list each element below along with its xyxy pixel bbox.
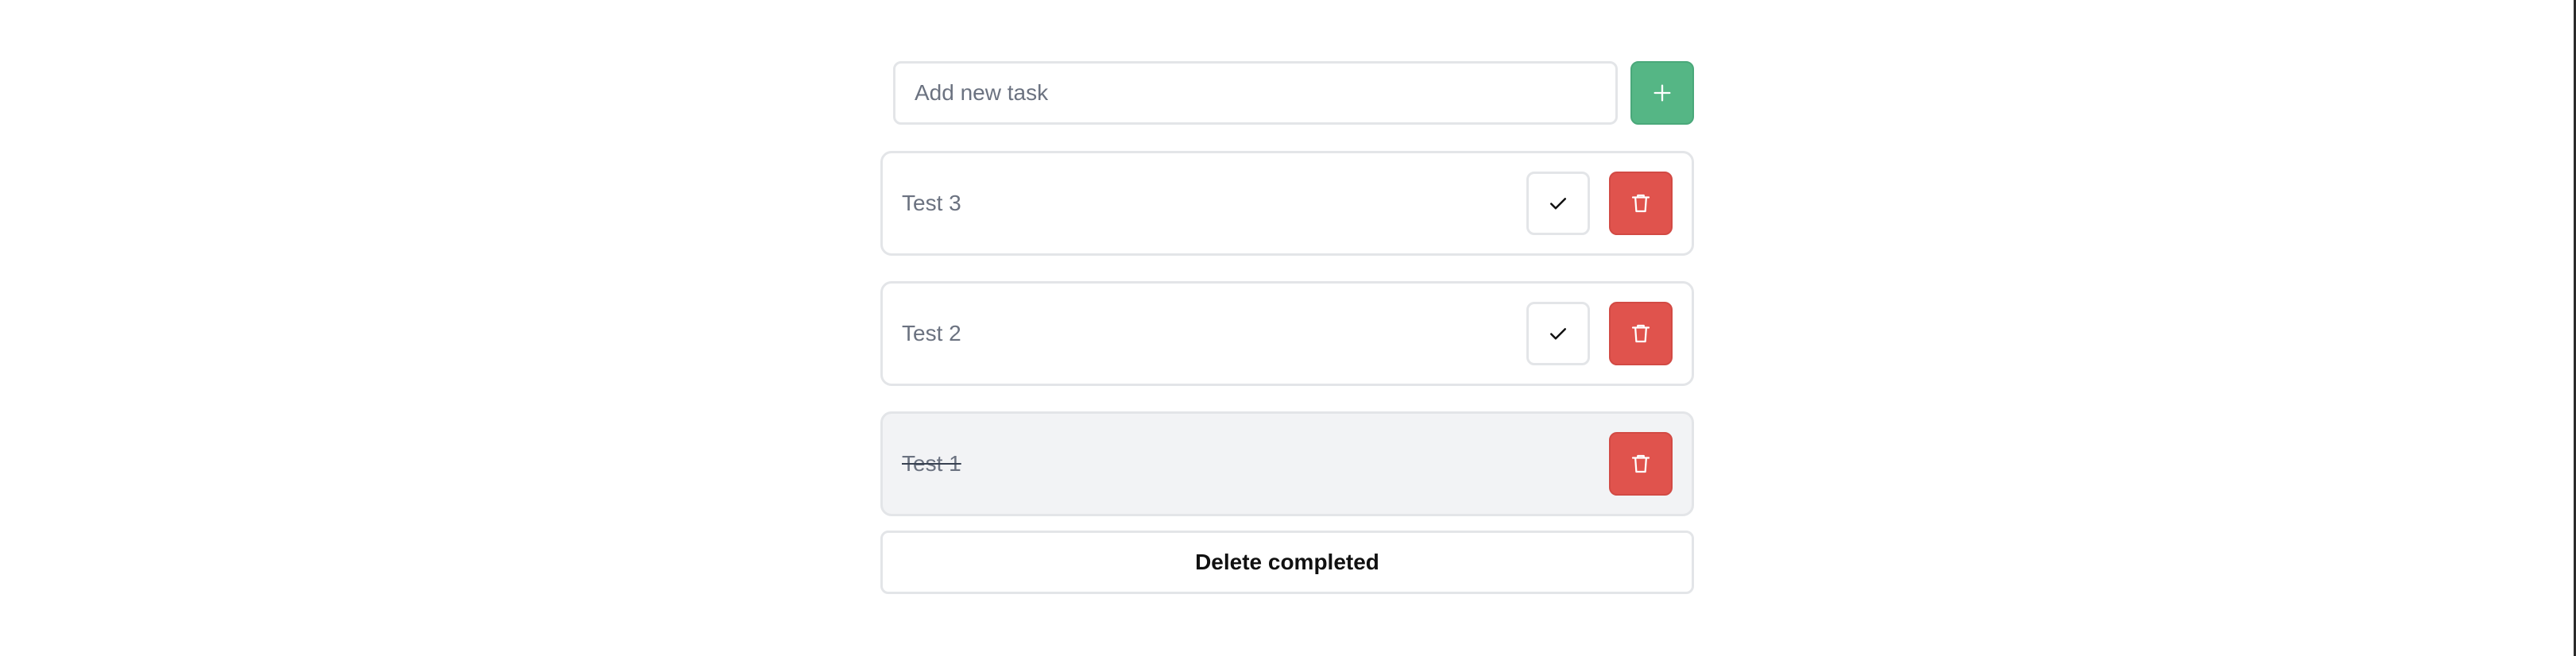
complete-task-button[interactable] [1526, 172, 1590, 235]
task-label: Test 2 [902, 321, 961, 345]
delete-task-button[interactable] [1609, 432, 1673, 496]
plus-icon [1651, 82, 1673, 104]
complete-task-button[interactable] [1526, 302, 1590, 365]
task-actions [1526, 302, 1673, 365]
trash-icon [1629, 322, 1653, 345]
trash-icon [1629, 191, 1653, 215]
task-actions [1526, 172, 1673, 235]
delete-task-button[interactable] [1609, 302, 1673, 365]
task-item: Test 3 [880, 151, 1694, 256]
task-item-completed: Test 1 [880, 411, 1694, 516]
trash-icon [1629, 452, 1653, 476]
delete-task-button[interactable] [1609, 172, 1673, 235]
add-task-input[interactable] [893, 61, 1618, 125]
add-task-button[interactable] [1630, 61, 1694, 125]
delete-completed-button[interactable]: Delete completed [880, 531, 1694, 594]
check-icon [1546, 191, 1570, 215]
task-label: Test 3 [902, 191, 961, 215]
task-actions [1609, 432, 1673, 496]
todo-app: Test 3 [880, 60, 1694, 594]
task-list: Test 3 Test 2 Test 1 [880, 151, 1694, 516]
check-icon [1546, 322, 1570, 345]
task-item: Test 2 [880, 281, 1694, 386]
task-label: Test 1 [902, 451, 961, 476]
add-task-row [893, 60, 1694, 125]
